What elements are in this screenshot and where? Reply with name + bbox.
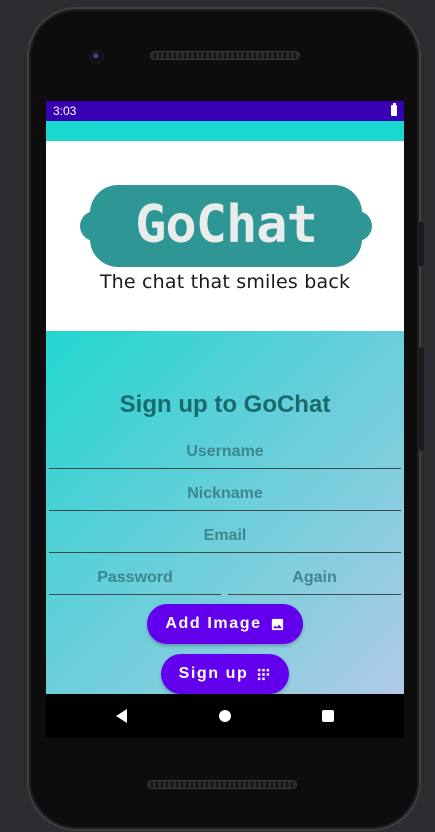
battery-full-icon (391, 103, 397, 116)
dialpad-icon (256, 667, 271, 682)
password-again-field-container (228, 561, 401, 595)
nickname-field[interactable] (49, 477, 401, 510)
email-field[interactable] (49, 519, 401, 552)
add-image-label: Add Image (165, 615, 262, 632)
image-icon (270, 617, 285, 632)
recents-square-icon[interactable] (322, 710, 334, 722)
status-bar: 3:03 (46, 101, 404, 121)
logo-badge: GoChat (80, 185, 372, 267)
power-button (419, 222, 424, 266)
logo-tagline: The chat that smiles back (99, 271, 351, 293)
password-field[interactable] (49, 561, 221, 594)
password-again-field[interactable] (228, 561, 401, 594)
add-image-button[interactable]: Add Image (147, 604, 303, 644)
sign-up-label: Sign up (178, 665, 249, 682)
logo-wordmark: GoChat (135, 195, 318, 255)
sign-up-button[interactable]: Sign up (161, 654, 289, 694)
status-time: 3:03 (53, 104, 77, 118)
email-field-container (49, 519, 401, 553)
password-field-container (49, 561, 221, 595)
back-triangle-icon[interactable] (116, 709, 127, 723)
navigation-bar (46, 694, 404, 738)
username-field[interactable] (49, 435, 401, 468)
username-field-container (49, 435, 401, 469)
nickname-field-container (49, 477, 401, 511)
volume-button (419, 347, 424, 451)
app-screen: 3:03 GoChat The chat that smiles back Si… (46, 101, 404, 694)
bottom-speaker (148, 781, 296, 788)
front-camera (91, 51, 103, 63)
top-speaker (151, 52, 299, 59)
home-circle-icon[interactable] (219, 710, 231, 722)
app-bar (46, 121, 404, 141)
signup-form: Sign up to GoChat Add Image Sign up (46, 331, 404, 694)
page-title: Sign up to GoChat (119, 391, 331, 418)
logo-area: GoChat The chat that smiles back (46, 141, 404, 331)
